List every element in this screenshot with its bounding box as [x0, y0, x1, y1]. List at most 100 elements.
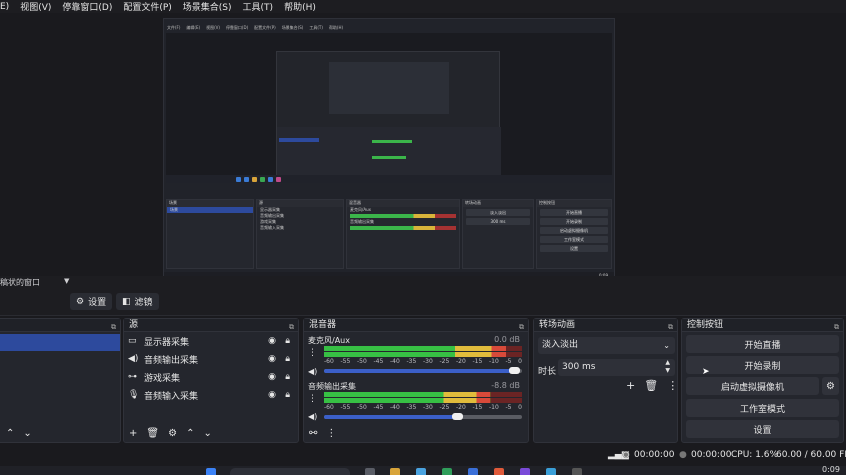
- app-icon[interactable]: [520, 468, 530, 475]
- settings-button[interactable]: 设置: [686, 420, 839, 438]
- preview-area[interactable]: 文件(F) 编辑(E) 视图(V) 停靠窗口(D) 配置文件(P) 场景集合(S…: [0, 13, 846, 285]
- nested-preview: [166, 33, 612, 183]
- popout-icon[interactable]: ⧉: [668, 321, 673, 334]
- file-explorer-icon[interactable]: [390, 468, 400, 475]
- menu-scene-collection[interactable]: 场景集合(S): [183, 0, 232, 13]
- browser-icon[interactable]: [416, 468, 426, 475]
- link-icon[interactable]: ⚯: [309, 428, 317, 439]
- audio-meter: [324, 346, 522, 357]
- sources-dock-title: 源 ⧉: [124, 319, 298, 332]
- chevron-down-icon[interactable]: ⌄: [23, 428, 31, 439]
- popout-icon[interactable]: ⧉: [834, 321, 839, 334]
- scene-list-item[interactable]: [0, 334, 120, 351]
- search-box[interactable]: [230, 468, 350, 475]
- task-view-icon[interactable]: [365, 468, 375, 475]
- chevron-down-icon: ⌄: [663, 341, 670, 350]
- audio-meter: [324, 392, 522, 403]
- nested-menubar: 文件(F) 编辑(E) 视图(V) 停靠窗口(D) 配置文件(P) 场景集合(S…: [164, 25, 614, 32]
- scene-selector-bar: 稿状的窗口 ▼: [0, 276, 846, 289]
- app-icon[interactable]: [546, 468, 556, 475]
- source-item[interactable]: ▭ 显示器采集 ◉ 🔒︎: [124, 332, 298, 350]
- nested-menu-item: 帮助(H): [328, 25, 344, 30]
- more-vertical-icon[interactable]: ⋮: [667, 379, 678, 392]
- source-item[interactable]: ◀) 音频输出采集 ◉ 🔒︎: [124, 350, 298, 368]
- windows-taskbar: 0:09: [0, 465, 846, 475]
- chevron-down-icon[interactable]: ⌄: [203, 428, 211, 439]
- source-item[interactable]: 🎙︎ 音频输入采集 ◉ 🔒︎: [124, 386, 298, 404]
- menu-tools[interactable]: 工具(T): [243, 0, 274, 13]
- studio-mode-button[interactable]: 工作室模式: [686, 399, 839, 417]
- record-time: 00:00:00: [691, 450, 732, 460]
- preview-canvas[interactable]: 文件(F) 编辑(E) 视图(V) 停靠窗口(D) 配置文件(P) 场景集合(S…: [163, 18, 615, 285]
- controls-dock-title: 控制按钮 ⧉: [682, 319, 843, 332]
- meter-ticks: -60 -55 -50 -45 -40 -35 -30 -25 -20 -15 -10 -5 0: [324, 404, 522, 411]
- chevron-up-icon[interactable]: ⌃: [6, 428, 14, 439]
- app-icon[interactable]: [442, 468, 452, 475]
- lock-icon[interactable]: 🔒︎: [285, 372, 290, 382]
- lock-icon[interactable]: 🔒︎: [285, 336, 290, 346]
- properties-label: 设置: [88, 298, 107, 308]
- app-icon[interactable]: [494, 468, 504, 475]
- record-icon: ●: [679, 450, 687, 460]
- properties-bar: ⚙ 设置 ◧ 滤镜: [0, 289, 846, 316]
- eye-icon[interactable]: ◉: [268, 354, 276, 364]
- volume-icon[interactable]: ◀): [308, 367, 317, 376]
- properties-button[interactable]: ⚙ 设置: [70, 293, 113, 310]
- transition-select[interactable]: 淡入淡出 ⌄: [538, 337, 675, 354]
- nested-menu-item: 文件(F): [167, 25, 181, 30]
- scene-selector-label[interactable]: 稿状的窗口: [0, 277, 40, 288]
- statusbar: ▂▄▆ ◉ 00:00:00 ● 00:00:00 CPU: 1.6% 60.0…: [0, 444, 846, 466]
- start-icon[interactable]: [206, 468, 216, 475]
- duration-input[interactable]: 300 ms ▲ ▼: [558, 359, 675, 376]
- mixer-channel-name: 音频输出采集: [308, 382, 356, 391]
- controls-dock: 控制按钮 ⧉ 开始直播 开始录制 启动虚拟摄像机 ⚙ 工作室模式 设置 ➤: [681, 318, 844, 443]
- menu-view[interactable]: 视图(V): [20, 0, 51, 13]
- mixer-channel-db: 0.0 dB: [494, 335, 520, 344]
- volume-slider[interactable]: [324, 369, 514, 373]
- volume-slider[interactable]: [324, 415, 458, 419]
- add-icon[interactable]: +: [129, 428, 137, 439]
- mixer-channel-name: 麦克风/Aux: [308, 336, 350, 345]
- eye-icon[interactable]: ◉: [268, 336, 276, 346]
- menubar: E) 视图(V) 停靠窗口(D) 配置文件(P) 场景集合(S) 工具(T) 帮…: [0, 0, 846, 13]
- more-vertical-icon[interactable]: ⋮: [326, 428, 336, 439]
- lock-icon[interactable]: 🔒︎: [285, 354, 290, 364]
- gear-icon[interactable]: ⚙: [168, 428, 177, 439]
- volume-slider-handle[interactable]: [452, 413, 463, 420]
- menu-docks[interactable]: 停靠窗口(D): [62, 0, 112, 13]
- trash-icon[interactable]: 🗑︎: [146, 428, 159, 439]
- add-icon[interactable]: +: [626, 379, 635, 392]
- spinner-icon[interactable]: ▲ ▼: [665, 359, 670, 375]
- chevron-up-icon[interactable]: ⌃: [186, 428, 194, 439]
- eye-icon[interactable]: ◉: [268, 390, 276, 400]
- volume-icon[interactable]: ◀): [308, 412, 317, 421]
- source-label: 显示器采集: [144, 337, 190, 348]
- live-time: 00:00:00: [634, 450, 675, 460]
- source-label: 音频输入采集: [144, 391, 199, 402]
- popout-icon[interactable]: ⧉: [519, 321, 524, 334]
- chevron-down-icon[interactable]: ▼: [64, 277, 69, 285]
- menu-edit[interactable]: E): [0, 2, 9, 12]
- menu-help[interactable]: 帮助(H): [284, 0, 316, 13]
- duration-label: 时长: [538, 367, 557, 377]
- eye-icon[interactable]: ◉: [268, 372, 276, 382]
- nested-taskbar: [166, 175, 612, 183]
- virtual-camera-settings-button[interactable]: ⚙: [822, 377, 839, 395]
- sources-toolbar: + 🗑︎ ⚙ ⌃ ⌄: [124, 424, 298, 442]
- mouse-cursor-icon: ➤: [702, 367, 710, 377]
- obs-icon[interactable]: [572, 468, 582, 475]
- more-vertical-icon[interactable]: ⋮: [308, 348, 317, 358]
- menu-profile[interactable]: 配置文件(P): [123, 0, 171, 13]
- more-vertical-icon[interactable]: ⋮: [308, 394, 317, 404]
- volume-slider-handle[interactable]: [509, 367, 520, 374]
- scenes-dock-title: ⧉: [0, 319, 120, 332]
- lock-icon[interactable]: 🔒︎: [285, 390, 290, 400]
- start-virtual-camera-button[interactable]: 启动虚拟摄像机: [686, 377, 819, 395]
- filters-button[interactable]: ◧ 滤镜: [116, 293, 159, 310]
- nested-menu-item: 编辑(E): [186, 25, 201, 30]
- source-item[interactable]: ⊶ 游戏采集 ◉ 🔒︎: [124, 368, 298, 386]
- popout-icon[interactable]: ⧉: [111, 321, 116, 334]
- app-icon[interactable]: [468, 468, 478, 475]
- trash-icon[interactable]: 🗑︎: [644, 379, 658, 392]
- start-streaming-button[interactable]: 开始直播: [686, 335, 839, 353]
